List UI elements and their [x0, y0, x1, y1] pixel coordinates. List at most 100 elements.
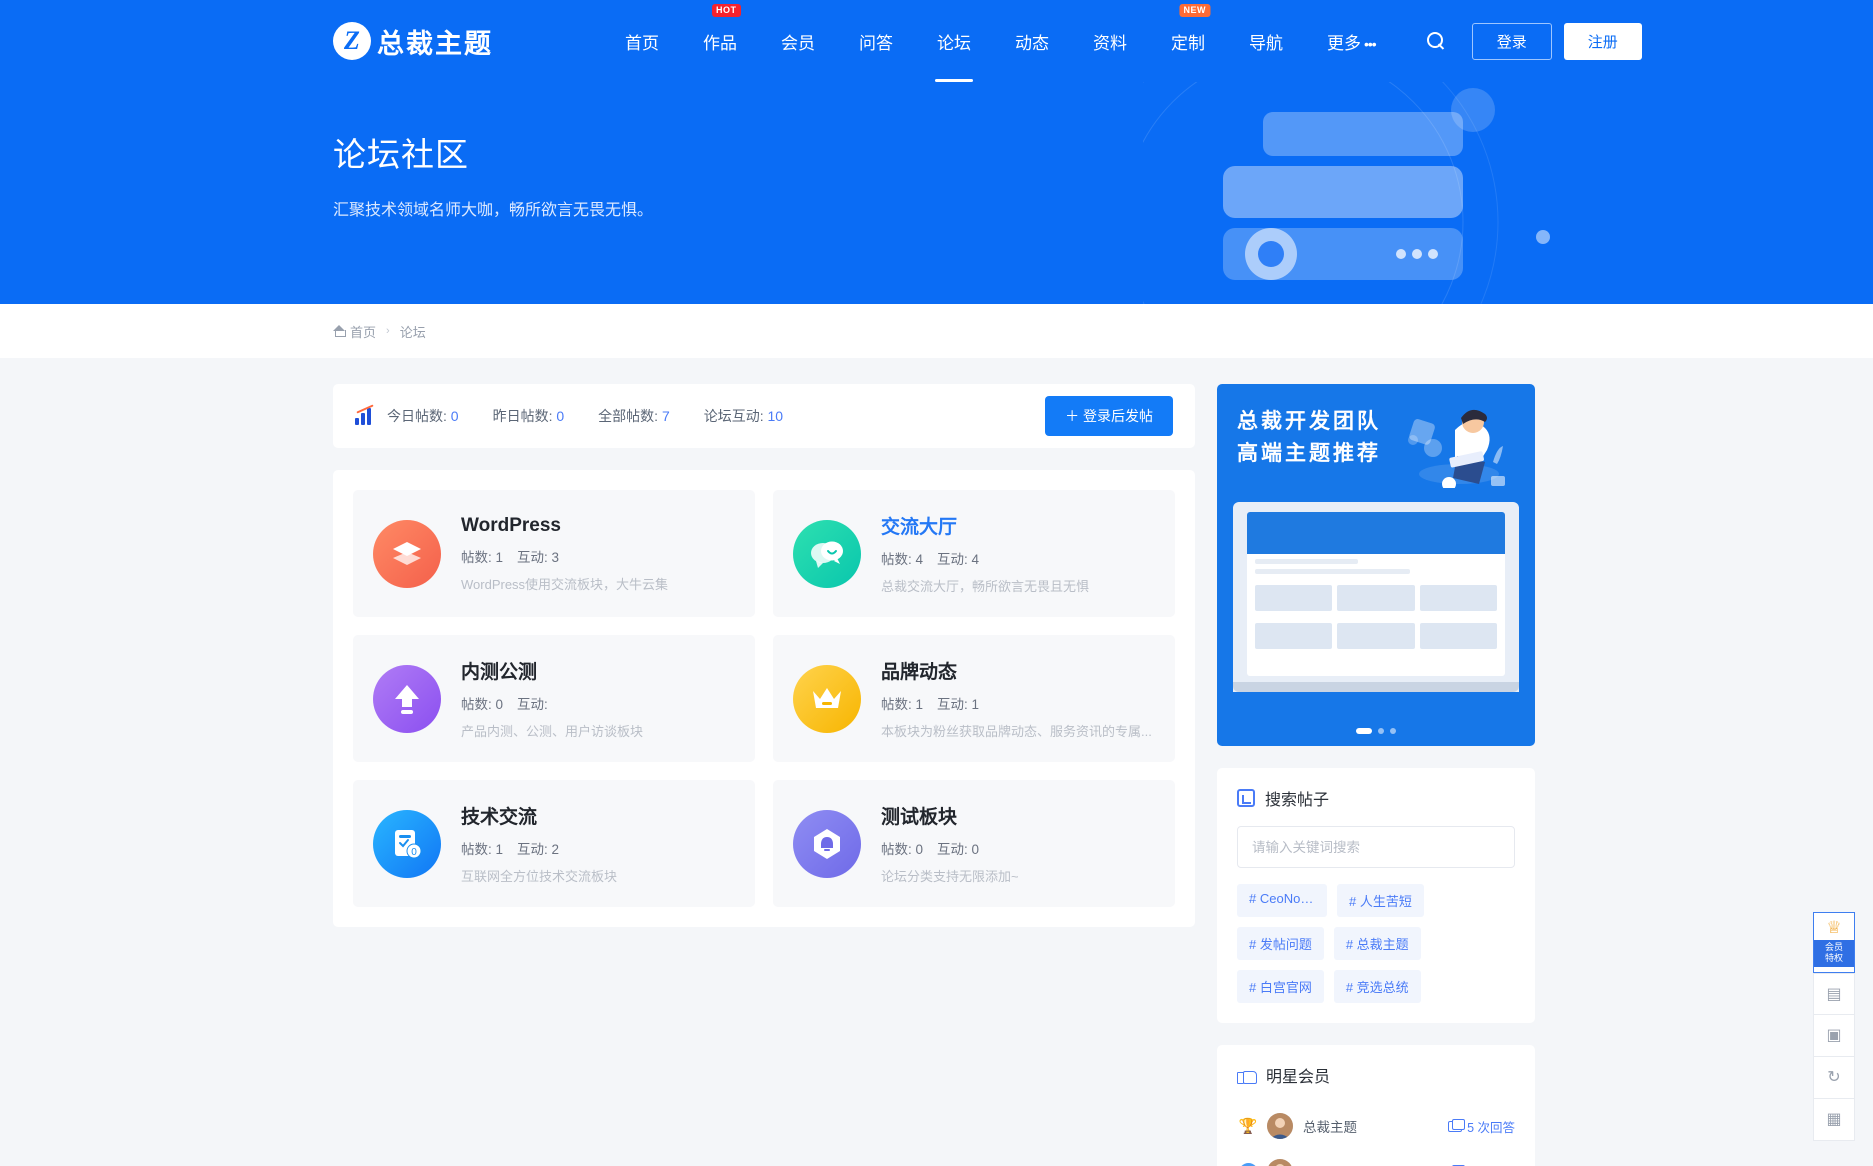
search-card-title: 搜索帖子: [1265, 792, 1330, 809]
home-icon: [333, 325, 346, 337]
nav-item-会员[interactable]: 会员: [779, 23, 817, 60]
nav-badge-new: NEW: [1179, 3, 1210, 18]
forum-interactions: 互动: 2: [517, 842, 560, 857]
forum-category-meta: 帖数: 1 互动: 3: [461, 546, 668, 566]
nav-item-论坛[interactable]: 论坛: [935, 23, 973, 82]
member-answers: 5 次回答: [1448, 1117, 1515, 1136]
breadcrumb-home[interactable]: 首页: [350, 322, 376, 341]
forum-posts: 帖数: 1: [461, 842, 504, 857]
right-float-toolbar: ♕ 会员 特权 ▤ ▣ ↻ ▦: [1813, 912, 1855, 1141]
forum-interactions: 互动: 3: [517, 549, 560, 565]
hot-tag[interactable]: # CeoNov...: [1237, 884, 1327, 917]
forum-posts: 帖数: 1: [881, 697, 924, 712]
nav-item-问答[interactable]: 问答: [857, 23, 895, 60]
forum-category-item[interactable]: 测试板块 帖数: 0 互动: 0 论坛分类支持无限添加~: [773, 780, 1175, 907]
forum-interactions: 互动: 1: [937, 697, 980, 712]
forum-category-meta: 帖数: 0 互动:: [461, 693, 643, 713]
hot-tag[interactable]: # 白宫官网: [1237, 970, 1324, 1003]
forum-category-name[interactable]: 内测公测: [461, 657, 643, 684]
vip-privilege-button[interactable]: ♕ 会员 特权: [1813, 912, 1855, 973]
nav-item-作品[interactable]: 作品 HOT: [701, 3, 741, 60]
search-post-icon: [1237, 789, 1255, 807]
carousel-dot[interactable]: [1356, 728, 1372, 734]
nav-item-资料[interactable]: 资料: [1091, 23, 1129, 60]
member-name[interactable]: 川建国: [1303, 1162, 1344, 1166]
breadcrumb-current[interactable]: 论坛: [400, 322, 426, 341]
avatar[interactable]: [1267, 1159, 1293, 1166]
nav-label: 导航: [1249, 33, 1283, 53]
carousel-dot[interactable]: [1378, 728, 1384, 734]
forum-category-name[interactable]: WordPress: [461, 515, 668, 537]
forum-interactions: 互动:: [517, 697, 548, 712]
forum-grid: WordPress 帖数: 1 互动: 3 WordPress使用交流板块，大牛云集 交…: [353, 490, 1175, 907]
forum-category-item[interactable]: 品牌动态 帖数: 1 互动: 1 本板块为粉丝获取品牌动态、服务资讯的专属...: [773, 635, 1175, 762]
member-name[interactable]: 总裁主题: [1303, 1116, 1357, 1136]
forum-category-name[interactable]: 测试板块: [881, 802, 1019, 829]
vip-label-1: 会员: [1824, 942, 1843, 952]
stat-label: 全部帖数:: [598, 408, 659, 424]
more-dots-icon: •••: [1364, 35, 1377, 52]
sidebar: 总裁开发团队 高端主题推荐 搜索帖子 请输入关键词搜索 # CeoNov... …: [1217, 384, 1535, 1166]
forum-category-name[interactable]: 交流大厅: [881, 512, 1089, 539]
mock-site-cards: [1247, 579, 1505, 617]
stat-item: 昨日帖数: 0: [493, 406, 565, 426]
nav-label: 论坛: [937, 33, 971, 53]
nav-label: 资料: [1093, 33, 1127, 53]
forum-category-body: 测试板块 帖数: 0 互动: 0 论坛分类支持无限添加~: [881, 802, 1019, 885]
carousel-dot[interactable]: [1390, 728, 1396, 734]
hot-tag[interactable]: # 总裁主题: [1333, 927, 1421, 960]
member-answers: 2 次回答: [1448, 1163, 1515, 1166]
nav-item-导航[interactable]: 导航: [1247, 23, 1285, 60]
nav-item-更多[interactable]: 更多 •••: [1325, 23, 1378, 60]
ad-carousel-dots[interactable]: [1217, 728, 1535, 734]
search-icon[interactable]: [1426, 31, 1446, 51]
forum-stats: 今日帖数: 0 昨日帖数: 0 全部帖数: 7 论坛互动: 10: [355, 404, 817, 426]
forum-category-desc: 产品内测、公测、用户访谈板块: [461, 724, 644, 739]
stat-label: 昨日帖数:: [492, 408, 553, 424]
member-rank: 2: [1237, 1162, 1259, 1166]
logo-text: 总裁主题: [377, 28, 493, 59]
star-members-title: 明星会员: [1266, 1069, 1331, 1086]
nav-item-首页[interactable]: 首页: [623, 23, 661, 60]
nav-label: 定制: [1171, 33, 1205, 53]
login-button[interactable]: 登录: [1471, 22, 1552, 60]
site-logo[interactable]: Z 总裁主题: [333, 22, 493, 61]
star-member-row[interactable]: 🏆 总裁主题 5 次回答: [1237, 1103, 1515, 1149]
hot-tag[interactable]: # 发帖问题: [1237, 927, 1324, 960]
nav-label: 问答: [859, 33, 893, 53]
laptop-screen: [1247, 512, 1505, 676]
thumbs-up-icon: [1237, 1066, 1257, 1084]
forum-interactions: 互动: 4: [937, 552, 980, 567]
forum-category-name[interactable]: 技术交流: [461, 802, 617, 829]
hot-tag[interactable]: # 人生苦短: [1337, 884, 1424, 917]
forum-category-item[interactable]: WordPress 帖数: 1 互动: 3 WordPress使用交流板块，大牛云集: [353, 490, 755, 617]
qrcode-icon[interactable]: ▦: [1813, 1098, 1855, 1141]
post-button[interactable]: ＋ 登录后发帖: [1045, 396, 1173, 436]
ad-banner[interactable]: 总裁开发团队 高端主题推荐: [1217, 384, 1535, 746]
comment-icon: [1448, 1118, 1466, 1132]
nav-label: 更多: [1327, 33, 1361, 53]
star-member-row[interactable]: 2 川建国 2 次回答: [1237, 1149, 1515, 1166]
chart-bars-icon: [355, 404, 375, 425]
mock-site-header: [1247, 512, 1505, 554]
refresh-icon[interactable]: ↻: [1813, 1056, 1855, 1099]
forum-category-meta: 帖数: 1 互动: 1: [881, 693, 1152, 713]
nav-item-定制[interactable]: 定制 NEW: [1169, 3, 1210, 60]
avatar[interactable]: [1267, 1113, 1293, 1139]
upload-arrow-icon: [373, 664, 441, 733]
forum-category-item[interactable]: 内测公测帖数: 0 互动: 产品内测、公测、用户访谈板块: [353, 635, 755, 762]
forum-category-item[interactable]: 0 技术交流 帖数: 1 互动: 2 互联网全方位技术交流板块: [353, 780, 755, 907]
briefcase-icon[interactable]: ▣: [1813, 1014, 1855, 1057]
calendar-icon[interactable]: ▤: [1813, 972, 1855, 1015]
forum-category-body: WordPress 帖数: 1 互动: 3 WordPress使用交流板块，大牛云集: [461, 515, 668, 593]
search-input[interactable]: [1237, 826, 1515, 868]
forum-category-item[interactable]: 交流大厅 帖数: 4 互动: 4 总裁交流大厅，畅所欲言无畏且无惧: [773, 490, 1175, 617]
forum-category-name[interactable]: 品牌动态: [881, 657, 1152, 684]
forum-posts: 帖数: 0: [881, 842, 924, 857]
star-members-list: 🏆 总裁主题 5 次回答 2 川建国 2 次回答: [1237, 1103, 1515, 1166]
register-button[interactable]: 注册: [1563, 22, 1642, 60]
nav-item-动态[interactable]: 动态: [1013, 23, 1051, 60]
hot-tag[interactable]: # 竞选总统: [1333, 970, 1421, 1003]
stat-value: 0: [556, 408, 565, 424]
stat-value: 0: [450, 408, 459, 424]
